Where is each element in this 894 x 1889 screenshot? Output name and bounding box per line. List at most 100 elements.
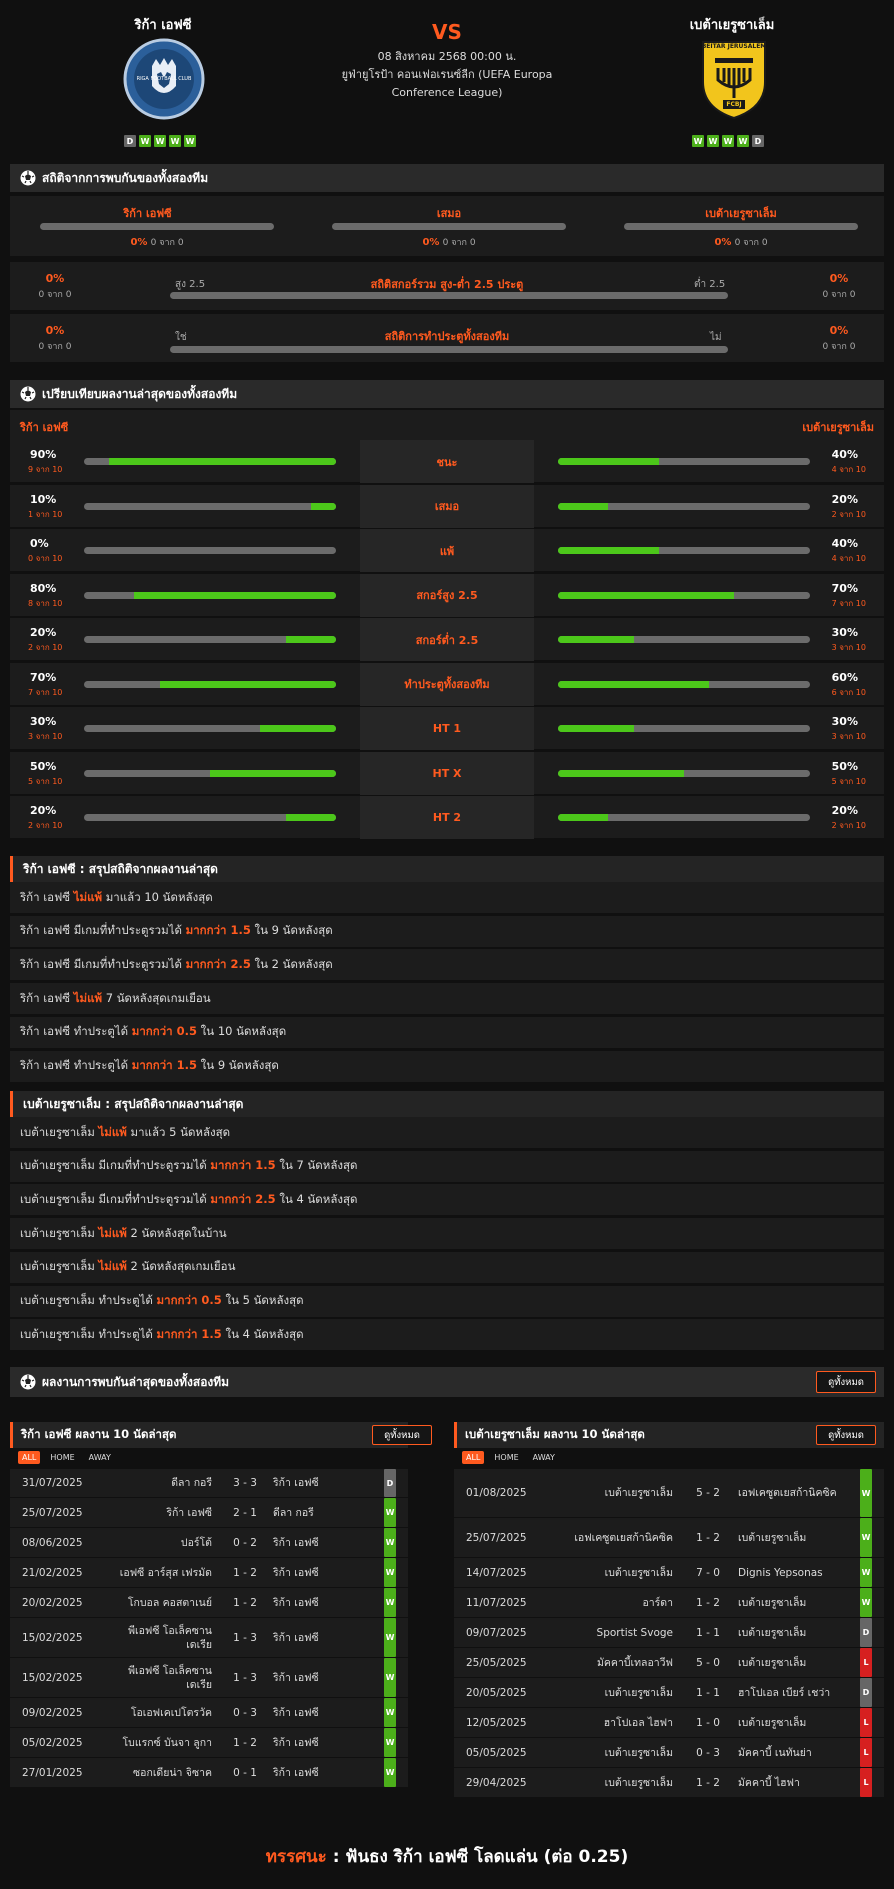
result-badge: W: [860, 1558, 872, 1587]
form-badge: W: [692, 135, 704, 147]
view-all-home-button[interactable]: ดูทั้งหมด: [372, 1425, 432, 1445]
tab-away[interactable]: AWAY: [85, 1451, 115, 1464]
away-results-tabs: ALL HOME AWAY: [462, 1451, 559, 1464]
summary-highlight: มากกว่า 2.5: [210, 1191, 276, 1206]
result-row[interactable]: 21/02/2025 เอฟซี อาร์สุส เฟรมัด 1 - 2 ริก้า…: [10, 1558, 408, 1588]
home-progress-bar: [84, 769, 336, 777]
result-away-team: ริก้า เอฟซี: [273, 1536, 319, 1549]
result-date: 21/02/2025: [22, 1566, 83, 1579]
home-progress-bar: [84, 636, 336, 643]
result-score: 0 - 1: [233, 1766, 257, 1779]
result-row[interactable]: 12/05/2025 ฮาโปเอล ไฮฟา 1 - 0 เบต้าเยรูซาเล…: [454, 1708, 884, 1738]
summary-text-end: 2 นัดหลังสุดในบ้าน: [126, 1225, 227, 1240]
h2h-away-bar: [624, 223, 858, 230]
summary-text-end: ใน 9 นัดหลังสุด: [250, 923, 333, 938]
summary-highlight: ไม่แพ้: [73, 889, 103, 904]
result-away-team: ริก้า เอฟซี: [273, 1477, 319, 1489]
form-badge: D: [124, 135, 136, 147]
home-progress-bar: [84, 547, 336, 554]
result-row[interactable]: 15/02/2025 พีเอฟซี โอเล็คซานเดเรีย 1 - 3 ริ…: [10, 1618, 408, 1658]
result-row[interactable]: 25/07/2025 ริก้า เอฟซี 2 - 1 ดีลา กอรี W: [10, 1498, 408, 1528]
summary-text-end: ใน 7 นัดหลังสุด: [275, 1158, 358, 1173]
result-badge: W: [384, 1618, 396, 1657]
h2h-stats-header: สถิติจากการพบกันของทั้งสองทีม: [10, 164, 884, 192]
summary-text-end: มาแล้ว 10 นัดหลังสุด: [102, 889, 213, 904]
tab-home[interactable]: HOME: [490, 1451, 522, 1464]
tab-away[interactable]: AWAY: [529, 1451, 559, 1464]
result-row[interactable]: 01/08/2025 เบต้าเยรูซาเล็ม 5 - 2 เอฟเคซูตเย…: [454, 1469, 884, 1518]
home-progress-fill: [260, 725, 336, 732]
result-row[interactable]: 29/04/2025 เบต้าเยรูซาเล็ม 1 - 2 มัคคาบี้ ไ…: [454, 1768, 884, 1798]
away-progress-bar: [558, 725, 810, 732]
home-count: 2 จาก 10: [28, 643, 63, 652]
away-progress-bar: [558, 458, 810, 465]
result-row[interactable]: 25/05/2025 มัคคาบี้เทลอาวีฟ 5 - 0 เบต้าเยรู…: [454, 1648, 884, 1678]
away-pct: 20%: [831, 492, 858, 506]
summary-text: ริก้า เอฟซี ทำประตูได้: [20, 1024, 132, 1039]
result-badge: D: [860, 1618, 872, 1647]
result-home-team: ซอกเดียน่า จิซาค: [133, 1766, 212, 1779]
result-score: 0 - 2: [233, 1536, 257, 1549]
tab-home[interactable]: HOME: [46, 1451, 78, 1464]
comparison-label: สกอร์ต่ำ 2.5: [360, 618, 534, 661]
home-pct: 10%: [30, 492, 57, 506]
summary-highlight: ไม่แพ้: [98, 1259, 127, 1274]
result-row[interactable]: 11/07/2025 อาร์ดา 1 - 2 เบต้าเยรูซาเล็ม W: [454, 1588, 884, 1618]
tab-all[interactable]: ALL: [462, 1451, 485, 1464]
result-date: 25/05/2025: [466, 1656, 527, 1669]
results-title: ผลงานการพบกันล่าสุดของทั้งสองทีม: [42, 1374, 230, 1389]
home-progress-bar: [84, 725, 336, 732]
comparison-row: 20% 2 จาก 10 สกอร์ต่ำ 2.5 30% 3 จาก 10: [10, 618, 884, 661]
result-score: 1 - 3: [233, 1671, 257, 1684]
view-all-h2h-button[interactable]: ดูทั้งหมด: [816, 1371, 876, 1393]
result-badge: W: [860, 1469, 872, 1517]
result-row[interactable]: 25/07/2025 เอฟเคซูตเยสก้านิคซิค 1 - 2 เบต้า…: [454, 1518, 884, 1558]
result-date: 05/05/2025: [466, 1746, 527, 1759]
away-progress-bar: [558, 680, 810, 688]
result-away-team: เอฟเคซูตเยสก้านิคซิค: [738, 1487, 837, 1499]
result-row[interactable]: 15/02/2025 พีเอฟซี โอเล็คซานเดเรีย 1 - 3 ริ…: [10, 1658, 408, 1698]
competition-line-1: ยูฟ่ายูโรป้า คอนเฟอเรนซ์ลีก (UEFA Europa: [341, 68, 553, 81]
away-progress-fill: [558, 502, 609, 510]
result-row[interactable]: 09/07/2025 Sportist Svoge 1 - 1 เบต้าเยรูซา…: [454, 1618, 884, 1648]
ou-left-count: 0 จาก 0: [38, 290, 72, 300]
home-pct: 70%: [30, 670, 57, 684]
result-row[interactable]: 09/02/2025 โอเอฟเคเปโตรวัค 0 - 3 ริก้า เอฟซ…: [10, 1698, 408, 1728]
competition-line-2: Conference League): [391, 86, 503, 99]
result-row[interactable]: 20/05/2025 เบต้าเยรูซาเล็ม 1 - 1 ฮาโปเอล เบ…: [454, 1678, 884, 1708]
summary-text-end: 2 นัดหลังสุดเกมเยือน: [126, 1259, 236, 1274]
home-progress-fill: [159, 680, 336, 688]
result-row[interactable]: 31/07/2025 ดีลา กอรี 3 - 3 ริก้า เอฟซี D: [10, 1469, 408, 1498]
view-all-away-button[interactable]: ดูทั้งหมด: [816, 1425, 876, 1445]
away-pct: 60%: [831, 670, 858, 684]
result-date: 25/07/2025: [466, 1531, 527, 1544]
h2h-result-panel: ริก้า เอฟซี 0% 0 จาก 0 เสมอ 0% 0 จาก 0 เ…: [10, 196, 884, 256]
result-date: 20/05/2025: [466, 1686, 527, 1699]
away-pct: 30%: [831, 715, 858, 728]
result-date: 29/04/2025: [466, 1776, 527, 1789]
result-score: 0 - 3: [233, 1706, 257, 1719]
result-row[interactable]: 08/06/2025 ปอร์โต้ 0 - 2 ริก้า เอฟซี W: [10, 1528, 408, 1558]
result-badge: W: [384, 1498, 396, 1527]
result-score: 1 - 2: [233, 1566, 257, 1579]
away-pct: 40%: [831, 448, 858, 461]
btts-left-label: ใช่: [175, 332, 187, 343]
result-row[interactable]: 27/01/2025 ซอกเดียน่า จิซาค 0 - 1 ริก้า เอฟ…: [10, 1758, 408, 1788]
h2h-draw-bar: [332, 223, 566, 230]
summary-text-end: ใน 4 นัดหลังสุด: [221, 1326, 304, 1341]
tab-all[interactable]: ALL: [18, 1451, 41, 1464]
form-badge: W: [154, 135, 166, 147]
result-date: 09/02/2025: [22, 1706, 83, 1719]
result-row[interactable]: 20/02/2025 โกบอล คอสตาเนย์ 1 - 2 ริก้า เอฟซ…: [10, 1588, 408, 1618]
home-logo-text: RIGA FOOTBALL CLUB: [136, 76, 192, 82]
away-results-title: เบต้าเยรูซาเล็ม ผลงาน 10 นัดล่าสุด: [465, 1427, 645, 1441]
summary-row: ริก้า เอฟซี มีเกมที่ทำประตูรวมได้ มากกว่…: [10, 949, 884, 981]
h2h-home-label: ริก้า เอฟซี: [123, 207, 172, 220]
result-home-team: เบต้าเยรูซาเล็ม: [604, 1776, 673, 1789]
result-row[interactable]: 14/07/2025 เบต้าเยรูซาเล็ม 7 - 0 Dignis Yep…: [454, 1558, 884, 1588]
summary-row: เบต้าเยรูซาเล็ม ไม่แพ้ 2 นัดหลังสุดในบ้า…: [10, 1218, 884, 1250]
result-row[interactable]: 05/02/2025 โบแรกซ์ บันจา ลูกา 1 - 2 ริก้า เ…: [10, 1728, 408, 1758]
result-home-team: เบต้าเยรูซาเล็ม: [604, 1686, 673, 1699]
result-badge: L: [860, 1708, 872, 1737]
result-row[interactable]: 05/05/2025 เบต้าเยรูซาเล็ม 0 - 3 มัคคาบี้ เ…: [454, 1738, 884, 1768]
